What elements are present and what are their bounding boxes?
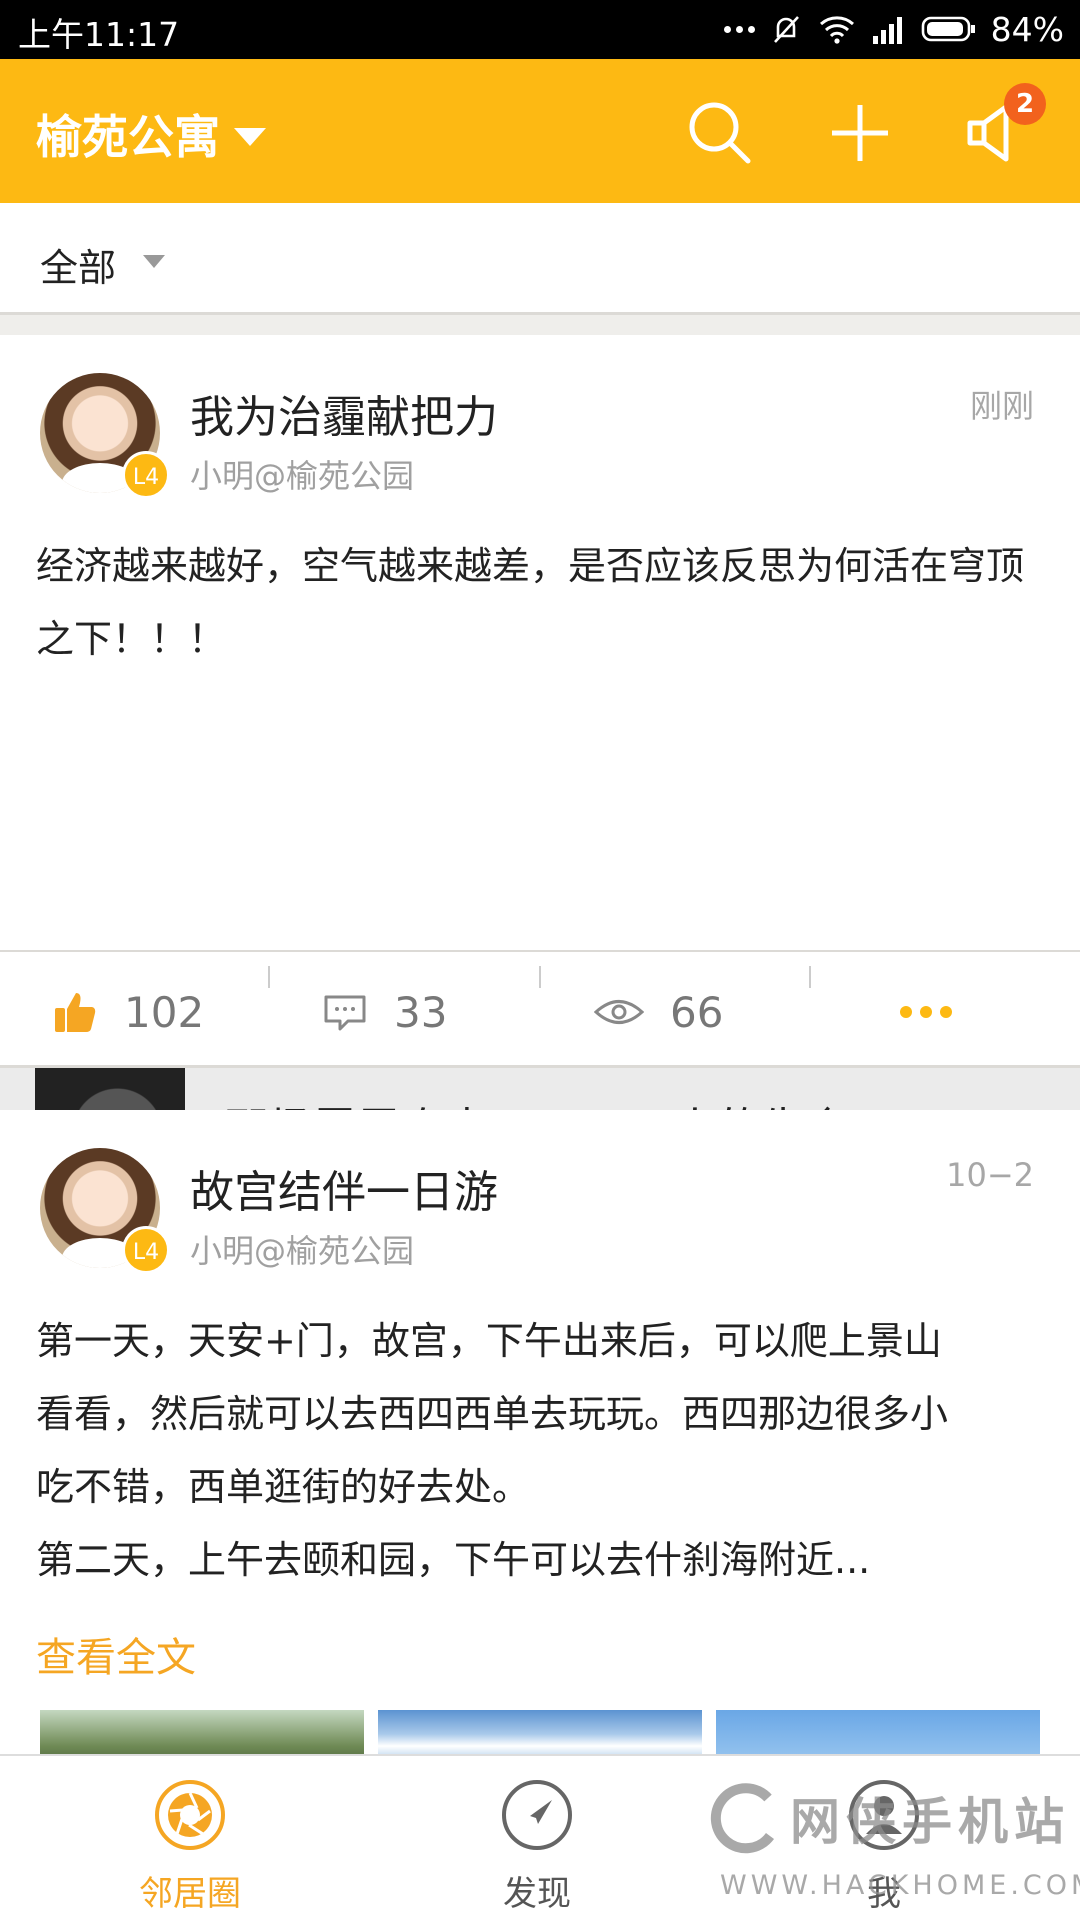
eye-icon [594,1000,644,1024]
post-author[interactable]: 小明@榆苑公园 [190,451,414,497]
watermark: 网侠手机站 WWW.HACKHOME.COM [700,1770,1080,1920]
wifi-icon [819,16,854,44]
thumbs-up-icon [55,993,96,1032]
plus-icon [832,105,888,161]
community-selector[interactable]: 榆苑公寓 [36,101,266,167]
search-button[interactable] [682,95,758,171]
community-name: 榆苑公寓 [36,110,220,164]
add-post-button[interactable] [822,95,898,171]
like-count: 102 [124,987,205,1037]
filter-bar[interactable]: 全部 [0,203,1080,315]
like-button[interactable]: 102 [52,982,204,1042]
battery-icon [921,16,975,42]
photo-grid [40,1710,1040,1754]
post-body: 经济越来越好，空气越来越差，是否应该反思为何活在穹顶之下！！！ [36,544,1025,661]
status-time: 上午11:17 [18,15,180,54]
more-icon [900,1006,952,1018]
view-count: 66 [594,982,723,1042]
search-icon [689,102,751,164]
post-body: 第一天，天安+门，故宫，下午出来后，可以爬上景山 看看，然后就可以去西四西单去玩… [36,1305,1046,1597]
watermark-title: 网侠手机站 [790,1793,1070,1851]
divider [539,966,541,988]
comment-icon [324,995,366,1031]
caret-down-icon [143,255,165,268]
notification-button[interactable]: 2 [960,83,1046,171]
post-body-line: 第一天，天安+门，故宫，下午出来后，可以爬上景山 [36,1319,942,1363]
level-badge: L4 [122,451,170,499]
post-actions-bar: 102 33 66 [0,950,1080,1068]
filter-label: 全部 [40,246,117,290]
read-more-link[interactable]: 查看全文 [36,1625,196,1683]
nav-label: 发现 [503,1874,571,1914]
aperture-icon [155,1780,225,1850]
battery-percent: 84% [990,9,1064,49]
post-body-line: 第二天，上午去颐和园，下午可以去什刹海附近... [36,1538,871,1582]
post-title: 故宫结伴一日游 [190,1167,498,1218]
post-author[interactable]: 小明@榆苑公园 [190,1226,414,1272]
post-time: 刚刚 [969,387,1034,425]
post-time: 10−2 [946,1156,1034,1194]
nav-discover[interactable]: 发现 [437,1778,637,1915]
view-count-value: 66 [670,987,724,1037]
app-bar: 榆苑公寓 2 [0,59,1080,203]
level-badge: L4 [122,1226,170,1274]
signal-icon [872,17,902,44]
mute-icon [773,16,799,43]
photo-thumbnail[interactable] [716,1710,1040,1754]
post-body-line: 吃不错，西单逛街的好去处。 [36,1465,531,1509]
comment-count: 33 [394,987,448,1037]
compass-icon [502,1780,572,1850]
divider [809,966,811,988]
more-notifications-icon [723,25,755,33]
comment-button[interactable]: 33 [322,982,447,1042]
post-card[interactable]: L4 故宫结伴一日游 小明@榆苑公园 10−2 第一天，天安+门，故宫，下午出来… [0,1110,1080,1754]
caret-down-icon [234,128,266,146]
nav-neighborhood[interactable]: 邻居圈 [90,1778,290,1915]
post-body-line: 看看，然后就可以去西四西单去玩玩。西四那边很多小 [36,1392,949,1436]
nav-label: 邻居圈 [139,1874,241,1914]
watermark-url: WWW.HACKHOME.COM [720,1870,1080,1901]
notification-badge: 2 [1004,83,1046,125]
post-title: 我为治霾献把力 [190,392,498,443]
divider [268,966,270,988]
photo-thumbnail[interactable] [378,1710,702,1754]
status-icons: 84% [723,6,1064,52]
status-bar: 上午11:17 84% [0,0,1080,59]
photo-thumbnail[interactable] [40,1710,364,1754]
more-button[interactable] [900,982,952,1042]
watermark-logo-icon [710,1783,775,1854]
